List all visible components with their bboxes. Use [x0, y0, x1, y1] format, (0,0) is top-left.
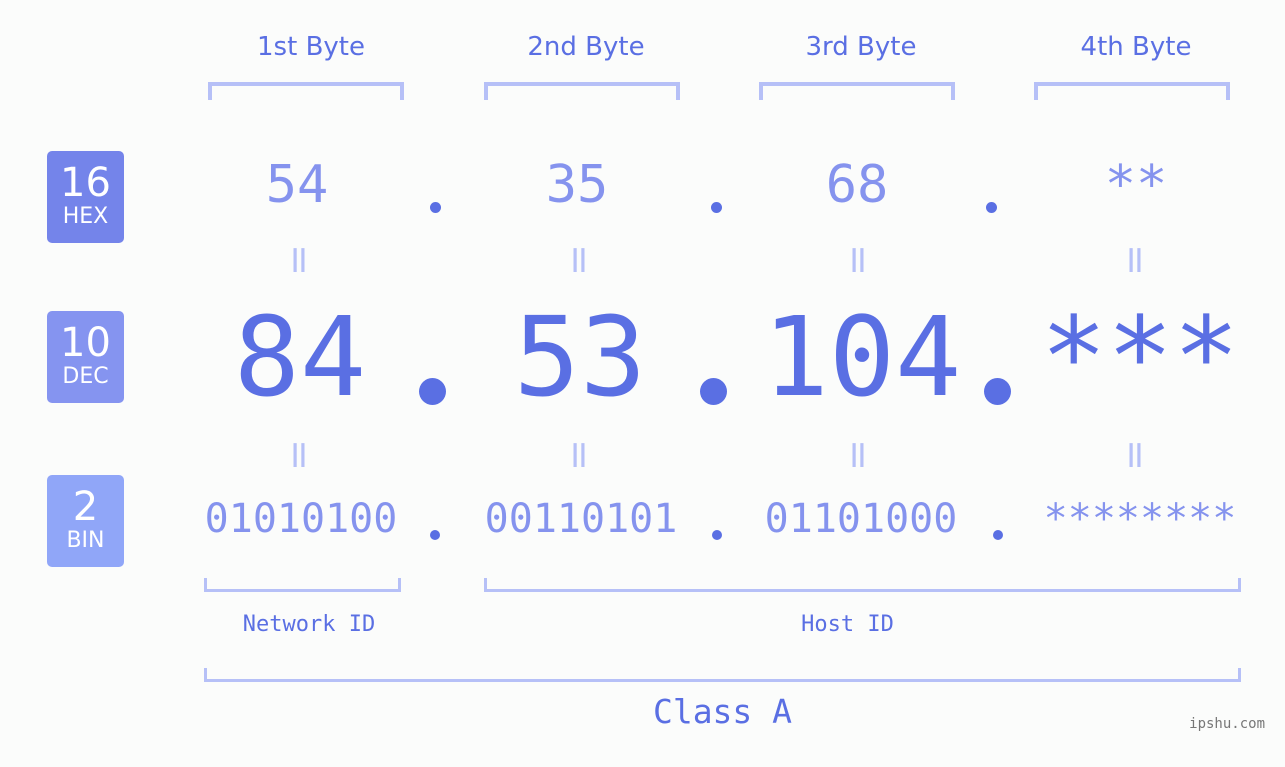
network-id-label: Network ID	[242, 612, 376, 637]
byte-header-4: 4th Byte	[1080, 32, 1192, 62]
equals-icon: =	[1114, 439, 1158, 471]
bin-byte-3: 01101000	[764, 496, 958, 542]
byte-header-1: 1st Byte	[257, 32, 365, 62]
hex-base-label: HEX	[62, 204, 109, 229]
bin-byte-4: ********	[1043, 496, 1237, 542]
hex-badge: 16 HEX	[47, 151, 124, 243]
bin-base-label: BIN	[66, 528, 105, 553]
network-id-bracket	[204, 578, 401, 592]
bin-separator-dot	[712, 530, 722, 540]
dec-base-number: 10	[60, 320, 111, 366]
dec-base-label: DEC	[62, 364, 109, 389]
equals-icon: =	[1114, 244, 1158, 276]
byte-bracket-3	[759, 82, 955, 100]
hex-separator-dot	[986, 202, 997, 213]
bin-separator-dot	[993, 530, 1003, 540]
dec-byte-2: 53	[513, 293, 647, 421]
hex-byte-3: 68	[825, 155, 889, 215]
dec-byte-4: ***	[1040, 293, 1240, 421]
dec-byte-1: 84	[233, 293, 367, 421]
byte-header-2: 2nd Byte	[527, 32, 645, 62]
dec-byte-3: 104	[762, 293, 962, 421]
byte-header-3: 3rd Byte	[805, 32, 917, 62]
bin-byte-2: 00110101	[484, 496, 678, 542]
bin-base-number: 2	[72, 484, 99, 530]
hex-separator-dot	[711, 202, 722, 213]
bin-badge: 2 BIN	[47, 475, 124, 567]
watermark: ipshu.com	[1189, 716, 1265, 732]
dec-separator-dot	[419, 378, 446, 405]
byte-bracket-2	[484, 82, 680, 100]
dec-separator-dot	[700, 378, 727, 405]
host-id-label: Host ID	[801, 612, 894, 637]
dec-separator-dot	[984, 378, 1011, 405]
class-bracket	[204, 668, 1241, 682]
equals-icon: =	[837, 439, 881, 471]
equals-icon: =	[837, 244, 881, 276]
byte-bracket-1	[208, 82, 404, 100]
hex-byte-2: 35	[545, 155, 609, 215]
equals-icon: =	[558, 244, 602, 276]
equals-icon: =	[558, 439, 602, 471]
equals-icon: =	[278, 244, 322, 276]
byte-bracket-4	[1034, 82, 1230, 100]
hex-base-number: 16	[60, 160, 111, 206]
dec-badge: 10 DEC	[47, 311, 124, 403]
bin-separator-dot	[430, 530, 440, 540]
host-id-bracket	[484, 578, 1241, 592]
hex-byte-4: **	[1104, 155, 1168, 215]
class-label: Class A	[652, 692, 793, 731]
bin-byte-1: 01010100	[204, 496, 398, 542]
equals-icon: =	[278, 439, 322, 471]
hex-byte-1: 54	[265, 155, 329, 215]
hex-separator-dot	[430, 202, 441, 213]
